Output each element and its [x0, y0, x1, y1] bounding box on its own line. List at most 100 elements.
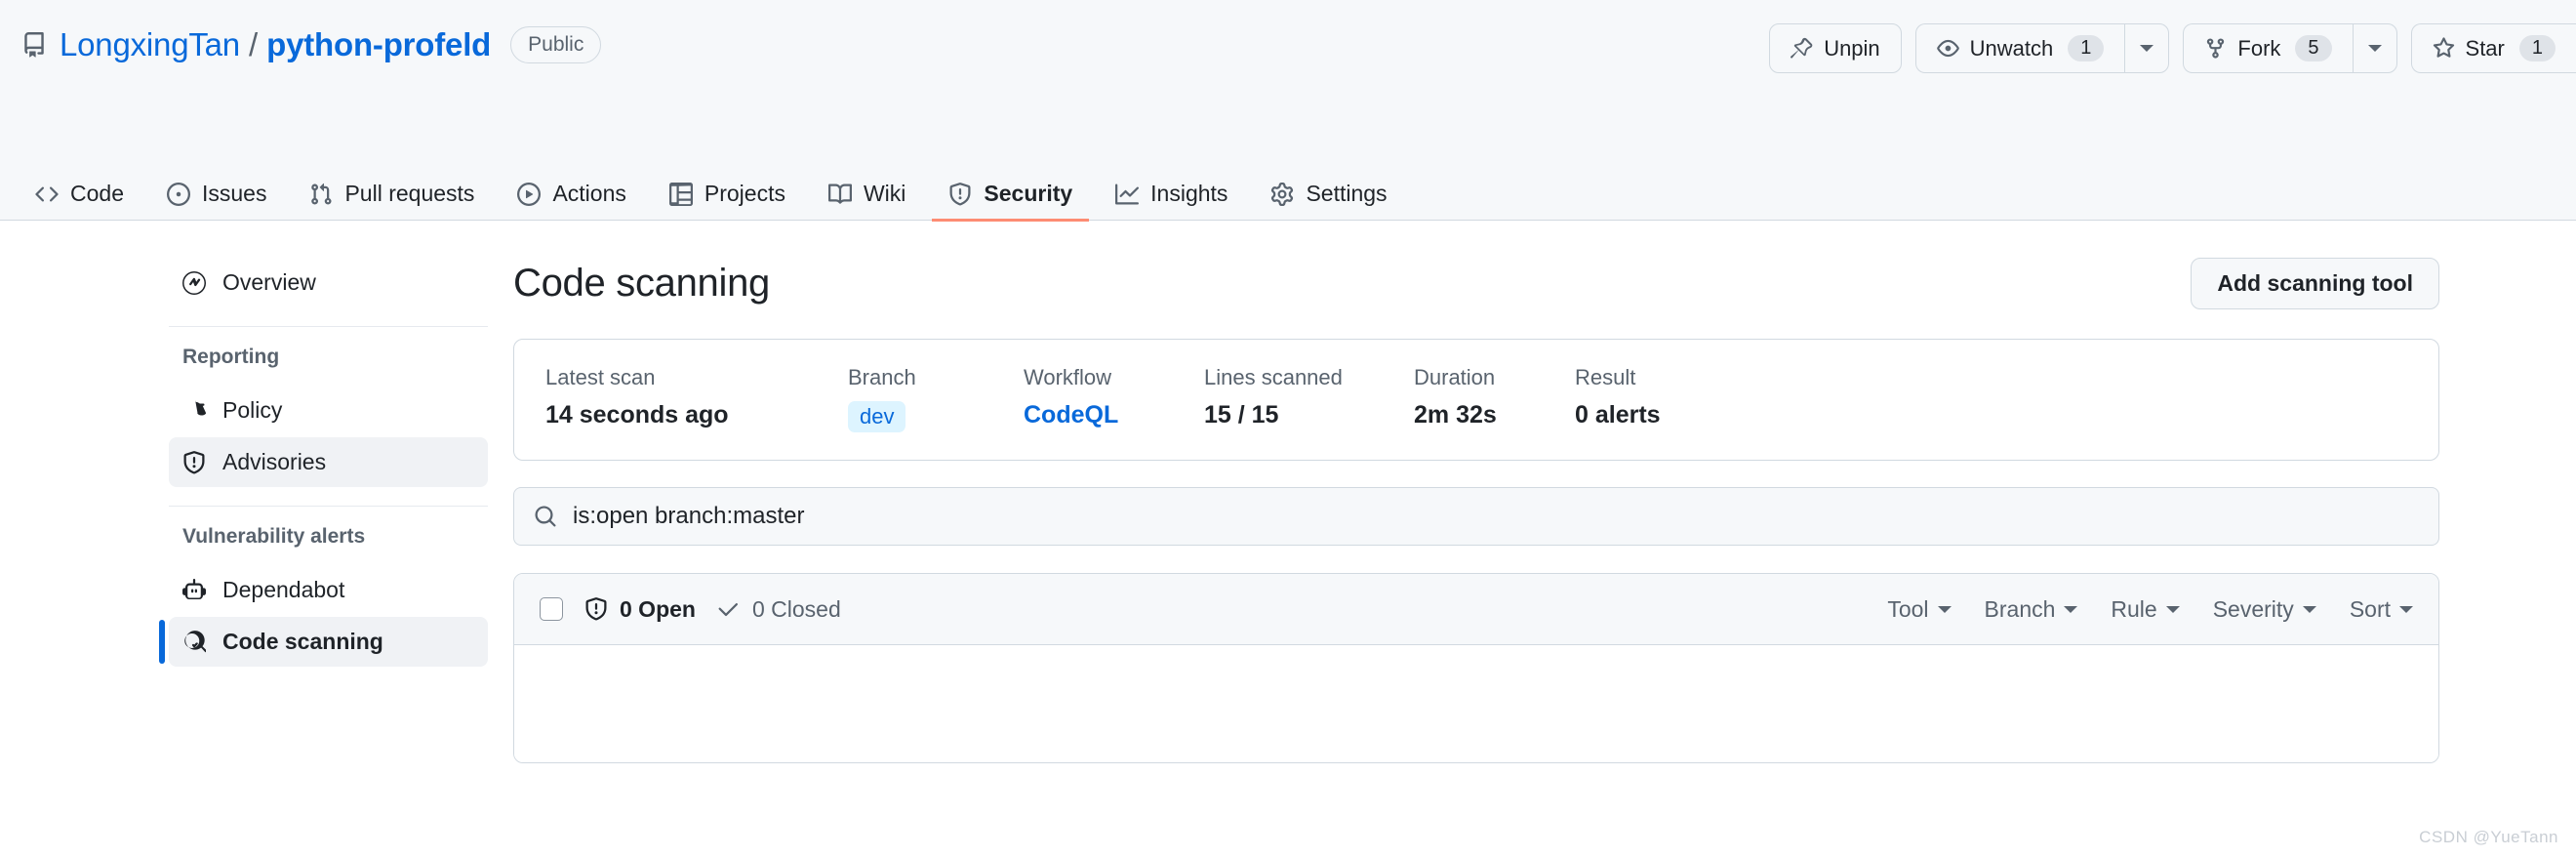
- tab-pull-requests[interactable]: Pull requests: [293, 169, 491, 222]
- play-icon: [517, 182, 542, 206]
- header-actions: Unpin Unwatch 1 Fork 5 Star 1: [1769, 23, 2576, 73]
- sidebar-item-dependabot[interactable]: Dependabot: [169, 565, 488, 615]
- scan-value-result: 0 alerts: [1575, 401, 1661, 428]
- alerts-panel: 0 Open 0 Closed Tool Branch Rule Severit…: [513, 573, 2439, 763]
- unwatch-button-group: Unwatch 1: [1914, 23, 2170, 73]
- tab-settings[interactable]: Settings: [1254, 169, 1403, 222]
- filter-rule-dropdown[interactable]: Rule: [2111, 595, 2180, 623]
- add-scanning-tool-button[interactable]: Add scanning tool: [2191, 258, 2439, 309]
- fork-label: Fork: [2237, 35, 2281, 61]
- page-header-row: Code scanning Add scanning tool: [513, 258, 2439, 309]
- shield-alert-icon: [584, 597, 608, 621]
- unwatch-dropdown-button[interactable]: [2124, 23, 2170, 73]
- select-all-checkbox[interactable]: [540, 597, 563, 621]
- filter-rule-label: Rule: [2111, 595, 2157, 622]
- tab-issues[interactable]: Issues: [150, 169, 283, 222]
- scan-field-latest-scan: Latest scan 14 seconds ago: [545, 365, 848, 432]
- unwatch-label: Unwatch: [1969, 35, 2054, 61]
- fork-dropdown-button[interactable]: [2352, 23, 2397, 73]
- workflow-link[interactable]: CodeQL: [1024, 401, 1204, 429]
- sidebar-item-policy[interactable]: Policy: [169, 386, 488, 435]
- tab-code[interactable]: Code: [19, 169, 141, 222]
- search-input[interactable]: [573, 503, 2419, 530]
- scan-field-duration: Duration 2m 32s: [1414, 365, 1575, 432]
- star-label: Star: [2465, 35, 2505, 61]
- star-icon: [2433, 37, 2455, 60]
- sidebar-item-policy-label: Policy: [222, 397, 283, 423]
- shield-alert-icon: [182, 450, 206, 474]
- tab-wiki-label: Wiki: [863, 181, 906, 206]
- sidebar-item-advisories[interactable]: Advisories: [169, 437, 488, 487]
- tab-security[interactable]: Security: [932, 169, 1090, 222]
- filter-sort-label: Sort: [2349, 595, 2391, 622]
- filter-open-alerts[interactable]: 0 Open: [584, 596, 696, 623]
- chevron-down-icon: [2140, 45, 2154, 52]
- sidebar-item-code-scanning[interactable]: Code scanning: [159, 617, 488, 667]
- filter-sort-dropdown[interactable]: Sort: [2350, 596, 2413, 623]
- sidebar-item-overview[interactable]: Overview: [169, 258, 488, 307]
- tab-projects[interactable]: Projects: [653, 169, 802, 222]
- book-icon: [827, 183, 852, 206]
- star-button[interactable]: Star 1: [2410, 23, 2576, 73]
- sidebar-divider-1: [169, 326, 488, 327]
- tab-wiki[interactable]: Wiki: [812, 169, 922, 222]
- sidebar-item-advisories-label: Advisories: [222, 449, 327, 474]
- unwatch-button[interactable]: Unwatch 1: [1914, 23, 2125, 73]
- dependabot-icon: [182, 578, 206, 602]
- gear-icon: [1270, 182, 1294, 206]
- filter-closed-alerts-label: 0 Closed: [751, 595, 841, 622]
- filter-closed-alerts[interactable]: 0 Closed: [717, 596, 841, 623]
- scan-field-workflow: Workflow CodeQL: [1024, 365, 1204, 432]
- tab-actions[interactable]: Actions: [501, 169, 642, 222]
- filter-severity-label: Severity: [2212, 595, 2294, 622]
- scan-label-lines-scanned: Lines scanned: [1204, 365, 1343, 389]
- page-body: Overview Reporting Policy Advisories Vul…: [0, 221, 2576, 763]
- alerts-toolbar-filters: Tool Branch Rule Severity Sort: [1887, 596, 2413, 623]
- unpin-label: Unpin: [1824, 35, 1880, 61]
- chevron-down-icon: [2302, 605, 2316, 613]
- repo-owner-link[interactable]: LongxingTan: [60, 26, 240, 63]
- scan-summary-card: Latest scan 14 seconds ago Branch dev Wo…: [513, 339, 2439, 461]
- fork-icon: [2204, 37, 2227, 60]
- unwatch-count: 1: [2068, 35, 2105, 61]
- scan-label-latest-scan: Latest scan: [545, 365, 656, 389]
- alerts-toolbar-left: 0 Open 0 Closed: [540, 596, 841, 623]
- unpin-button[interactable]: Unpin: [1769, 23, 1902, 73]
- chevron-down-icon: [1937, 605, 1952, 613]
- unpin-icon: [1791, 37, 1813, 60]
- sidebar-item-dependabot-label: Dependabot: [222, 577, 345, 602]
- tab-security-label: Security: [984, 181, 1073, 206]
- tab-insights[interactable]: Insights: [1099, 169, 1244, 222]
- tab-issues-label: Issues: [201, 181, 267, 206]
- scan-label-workflow: Workflow: [1024, 365, 1112, 389]
- filter-tool-dropdown[interactable]: Tool: [1887, 596, 1952, 623]
- tab-insights-label: Insights: [1150, 181, 1228, 206]
- tab-settings-label: Settings: [1306, 181, 1388, 206]
- alerts-search-box[interactable]: [513, 487, 2439, 546]
- tab-pull-requests-label: Pull requests: [344, 181, 475, 206]
- scan-label-result: Result: [1575, 365, 1636, 389]
- scan-value-lines-scanned: 15 / 15: [1204, 401, 1279, 428]
- sidebar-item-overview-label: Overview: [222, 269, 316, 295]
- scan-value-duration: 2m 32s: [1414, 401, 1497, 428]
- tab-projects-label: Projects: [704, 181, 785, 206]
- main-content: Code scanning Add scanning tool Latest s…: [488, 258, 2576, 763]
- alerts-list-empty-body: [514, 645, 2438, 762]
- star-button-group: Star 1: [2410, 23, 2576, 73]
- table-icon: [668, 182, 693, 206]
- visibility-badge: Public: [510, 25, 602, 64]
- scan-label-duration: Duration: [1414, 365, 1496, 389]
- repo-icon: [21, 32, 47, 58]
- codescan-icon: [182, 630, 206, 654]
- filter-severity-dropdown[interactable]: Severity: [2213, 596, 2316, 623]
- repo-name-link[interactable]: python-profeld: [266, 26, 491, 63]
- filter-open-alerts-label: 0 Open: [620, 595, 696, 622]
- branch-pill[interactable]: dev: [848, 401, 906, 432]
- scan-field-result: Result 0 alerts: [1575, 365, 1661, 432]
- tab-actions-label: Actions: [552, 181, 626, 206]
- fork-button[interactable]: Fork 5: [2183, 23, 2353, 73]
- filter-branch-dropdown[interactable]: Branch: [1985, 596, 2078, 623]
- tab-code-label: Code: [70, 181, 124, 206]
- scan-value-latest-scan: 14 seconds ago: [545, 401, 729, 428]
- issue-opened-icon: [166, 182, 190, 206]
